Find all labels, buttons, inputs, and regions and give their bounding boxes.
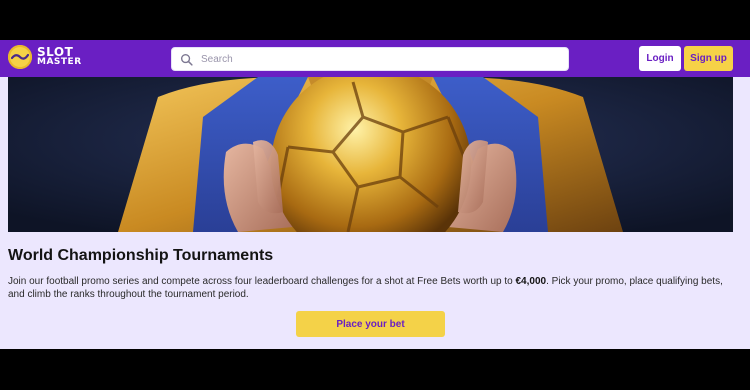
page-title: World Championship Tournaments [8,247,274,264]
logo-badge-icon [8,45,32,69]
promo-description: Join our football promo series and compe… [8,276,723,301]
search-icon [180,53,193,66]
promo-banner-image [8,77,733,232]
logo-text-line1: SLOT [37,45,74,59]
logo-text: SLOT MASTER [37,45,82,67]
promo-description-text-1: Join our football promo series and compe… [8,276,516,287]
login-button[interactable]: Login [639,46,681,71]
logo-text-line2: MASTER [37,57,82,67]
search-bar[interactable] [171,47,569,71]
search-input[interactable] [199,52,543,66]
golden-football-illustration [8,77,733,232]
site-logo[interactable]: SLOT MASTER [8,45,82,69]
signup-button[interactable]: Sign up [684,46,733,71]
place-bet-button[interactable]: Place your bet [296,311,445,337]
promo-amount: €4,000 [515,276,547,287]
top-header: SLOT MASTER Login Sign up [0,40,750,77]
page-frame: SLOT MASTER Login Sign up [0,40,750,349]
